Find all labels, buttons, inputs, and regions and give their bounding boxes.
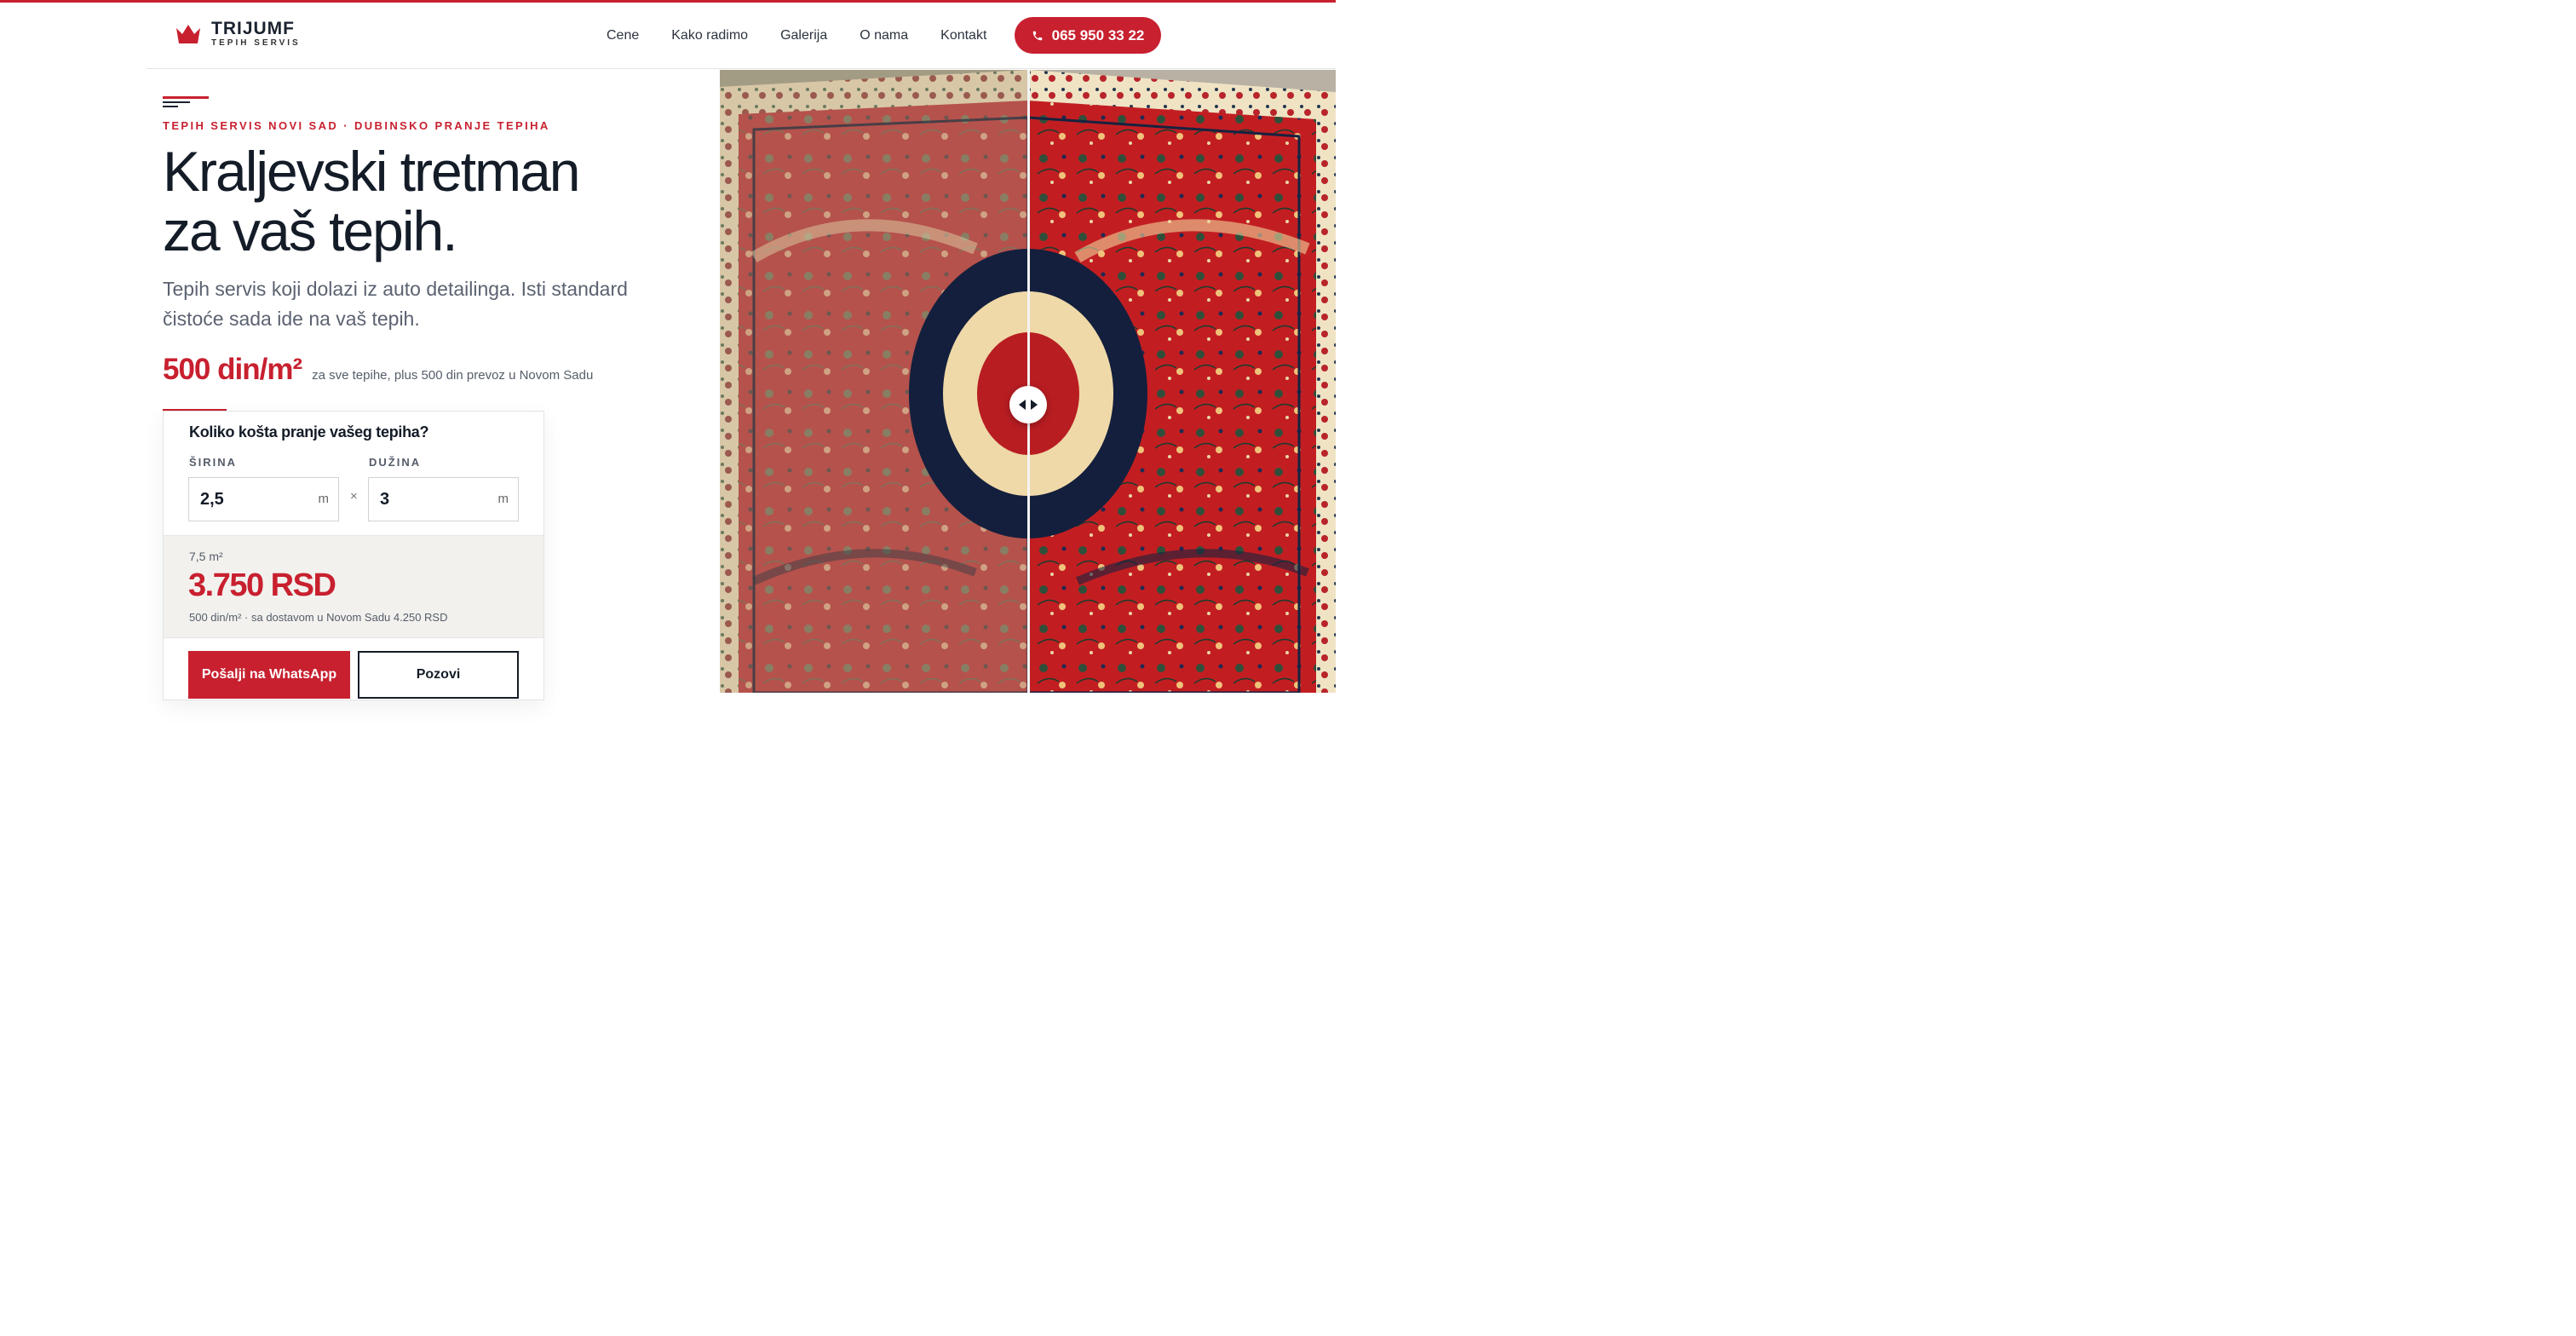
main-nav: Cene Kako radimo Galerija O nama Kontakt xyxy=(607,27,1019,44)
width-input[interactable]: 2,5 m xyxy=(188,477,339,521)
length-label: DUŽINA xyxy=(369,456,422,469)
slider-handle[interactable] xyxy=(1009,386,1047,423)
slider-divider[interactable] xyxy=(1027,70,1030,693)
phone-icon xyxy=(1032,31,1042,40)
call-button[interactable]: Pozovi xyxy=(358,651,519,699)
crown-icon xyxy=(176,25,200,43)
brand-tagline: TEPIH SERVIS xyxy=(211,38,301,48)
nav-link-kako-radimo[interactable]: Kako radimo xyxy=(671,27,748,44)
length-input[interactable]: 3 m xyxy=(368,477,519,521)
price-note: za sve tepihe, plus 500 din prevoz u Nov… xyxy=(312,368,594,383)
price-line: 500 din/m² za sve tepihe, plus 500 din p… xyxy=(163,353,593,387)
area-value: 7,5 m² xyxy=(189,550,223,563)
left-right-arrows-icon xyxy=(1019,400,1038,410)
total-note: 500 din/m² · sa dostavom u Novom Sadu 4.… xyxy=(189,611,448,624)
calculator-title: Koliko košta pranje vašeg tepiha? xyxy=(189,423,429,441)
width-label: ŠIRINA xyxy=(189,456,238,469)
headline-line-2: za vaš tepih. xyxy=(163,199,458,262)
nav-link-o-nama[interactable]: O nama xyxy=(860,27,908,44)
logo[interactable]: TRIJUMF TEPIH SERVIS xyxy=(175,20,301,49)
phone-number: 065 950 33 22 xyxy=(1051,26,1145,43)
total-price: 3.750 RSD xyxy=(188,567,336,603)
nav-link-cene[interactable]: Cene xyxy=(607,27,639,44)
hero-eyebrow: TEPIH SERVIS NOVI SAD · DUBINSKO PRANJE … xyxy=(163,119,550,132)
nav-link-galerija[interactable]: Galerija xyxy=(780,27,827,44)
price-calculator: Koliko košta pranje vašeg tepiha? ŠIRINA… xyxy=(163,411,544,700)
width-unit: m xyxy=(318,492,330,506)
logo-text: TRIJUMF TEPIH SERVIS xyxy=(211,20,301,49)
before-after-slider[interactable] xyxy=(720,70,1336,693)
phone-call-button[interactable]: 065 950 33 22 xyxy=(1015,17,1161,54)
price-per-m2: 500 din/m² xyxy=(163,353,302,386)
brand-name: TRIJUMF xyxy=(211,19,295,38)
site-header: TRIJUMF TEPIH SERVIS Cene Kako radimo Ga… xyxy=(147,3,1336,69)
hero-lead: Tepih servis koji dolazi iz auto detaili… xyxy=(163,278,628,330)
hero-headline: Kraljevski tretman za vaš tepih. xyxy=(163,141,674,261)
calculator-result: 7,5 m² 3.750 RSD 500 din/m² · sa dostavo… xyxy=(164,535,543,638)
length-unit: m xyxy=(497,492,509,506)
multiply-sign: × xyxy=(350,489,358,504)
decorative-lines xyxy=(163,96,209,107)
nav-link-kontakt[interactable]: Kontakt xyxy=(940,27,986,44)
headline-line-1: Kraljevski tretman xyxy=(163,140,581,203)
whatsapp-button[interactable]: Pošalji na WhatsApp xyxy=(188,651,350,699)
length-value: 3 xyxy=(380,490,390,509)
width-value: 2,5 xyxy=(200,490,224,509)
